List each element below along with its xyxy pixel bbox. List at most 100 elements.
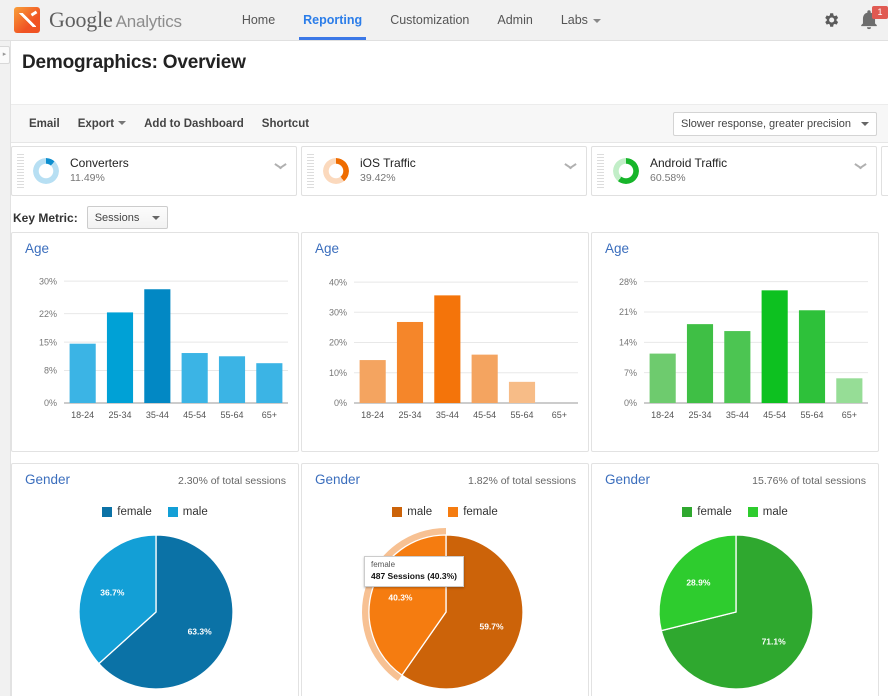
legend-item[interactable]: male: [167, 506, 208, 518]
legend-item[interactable]: male: [392, 506, 432, 518]
nav-item-label: Labs: [560, 13, 588, 27]
bar[interactable]: [106, 312, 134, 403]
y-axis-tick-label: 0%: [624, 398, 637, 408]
legend-label: male: [762, 506, 788, 518]
segment-text: Converters 11.49%: [70, 156, 129, 185]
notifications-button[interactable]: 1: [858, 6, 888, 31]
segment-value: 60.58%: [650, 172, 686, 185]
y-axis-tick-label: 7%: [624, 368, 637, 378]
bar[interactable]: [144, 289, 171, 403]
bar[interactable]: [471, 354, 498, 403]
bar[interactable]: [359, 360, 386, 403]
segment-card[interactable]: Converters 11.49%: [11, 146, 297, 196]
bar[interactable]: [798, 310, 826, 403]
tooltip-line-1: female: [371, 560, 396, 569]
gender-panel: Gender 15.76% of total sessions female male…: [591, 463, 879, 696]
chevron-down-icon[interactable]: [275, 163, 286, 170]
gender-panel: Gender 1.82% of total sessions male female 5…: [301, 463, 589, 696]
x-axis-category-label: 35-44: [726, 410, 749, 420]
sidebar-collapse-button[interactable]: ▸: [0, 46, 10, 64]
segment-card-partial[interactable]: [881, 146, 888, 196]
segment-donut-icon: [613, 158, 639, 184]
y-axis-tick-label: 30%: [329, 308, 347, 318]
bar[interactable]: [69, 343, 96, 403]
bar[interactable]: [218, 356, 246, 403]
legend-label: male: [407, 506, 433, 518]
x-axis-category-label: 18-24: [651, 410, 674, 420]
gender-panel: Gender 2.30% of total sessions female male 6…: [11, 463, 299, 696]
legend-swatch-icon: [102, 507, 113, 517]
nav-item-customization[interactable]: Customization: [376, 0, 483, 40]
chart-tooltip: female 487 Sessions (40.3%): [364, 556, 464, 588]
key-metric-select[interactable]: Sessions: [86, 206, 169, 229]
gender-pie-chart: 59.7% 40.3%: [302, 526, 588, 696]
bar[interactable]: [836, 378, 863, 403]
chevron-down-icon[interactable]: [565, 163, 576, 170]
chevron-down-icon: [592, 18, 601, 23]
legend-label: female: [697, 506, 732, 518]
shortcut-button[interactable]: Shortcut: [262, 118, 309, 130]
total-sessions-note: 2.30% of total sessions: [178, 475, 286, 487]
bar[interactable]: [761, 290, 788, 403]
add-to-dashboard-button[interactable]: Add to Dashboard: [144, 118, 244, 130]
nav-item-reporting[interactable]: Reporting: [289, 0, 376, 40]
drag-handle-icon[interactable]: [17, 154, 24, 188]
nav-item-label: Admin: [497, 13, 533, 27]
chevron-down-icon: [118, 121, 127, 126]
segment-donut-icon: [323, 158, 349, 184]
pie-legend: male female: [302, 506, 588, 518]
x-axis-category-label: 18-24: [71, 410, 94, 420]
drag-handle-icon[interactable]: [307, 154, 314, 188]
nav-item-label: Customization: [390, 13, 470, 27]
email-button[interactable]: Email: [29, 118, 60, 130]
legend-swatch-icon: [392, 507, 403, 517]
tooltip-line-2: 487 Sessions (40.3%): [371, 570, 457, 581]
precision-select[interactable]: Slower response, greater precision: [673, 111, 877, 136]
y-axis-tick-label: 21%: [619, 307, 637, 317]
drag-handle-icon[interactable]: [597, 154, 604, 188]
bar[interactable]: [434, 295, 461, 403]
segment-name: Android Traffic: [650, 156, 728, 171]
segment-text: Android Traffic 60.58%: [650, 156, 727, 185]
nav-item-label: Home: [241, 13, 276, 27]
nav-item-admin[interactable]: Admin: [483, 0, 546, 40]
bar[interactable]: [181, 353, 208, 403]
gender-pie-chart: 71.1% 28.9%: [592, 526, 878, 696]
bar[interactable]: [724, 331, 751, 403]
legend-label: female: [117, 506, 152, 518]
nav-item-labs[interactable]: Labs: [547, 0, 615, 40]
segment-card[interactable]: iOS Traffic 39.42%: [301, 146, 587, 196]
legend-item[interactable]: male: [747, 506, 788, 518]
legend-item[interactable]: female: [448, 506, 498, 518]
x-axis-category-label: 55-64: [220, 410, 243, 420]
age-bar-chart: 0% 7% 14% 21% 28% 18-24 25-34 35-44 45-54 55-64 65…: [592, 259, 878, 435]
age-panel: Age 0% 8% 15% 22% 30% 18-24 25-34 35-44 45-54 55-6…: [11, 232, 299, 452]
segment-card[interactable]: Android Traffic 60.58%: [591, 146, 877, 196]
segment-name: iOS Traffic: [360, 156, 416, 171]
legend-item[interactable]: female: [682, 506, 732, 518]
panel-title: Gender: [25, 472, 71, 487]
x-axis-category-label: 18-24: [361, 410, 384, 420]
chevron-down-icon: [861, 121, 869, 126]
x-axis-category-label: 45-54: [763, 410, 786, 420]
bar[interactable]: [256, 363, 283, 403]
brand-analytics: Analytics: [115, 12, 182, 31]
panel-title: Age: [25, 241, 50, 256]
legend-item[interactable]: female: [102, 506, 152, 518]
top-right-actions: 1: [822, 6, 888, 31]
bar[interactable]: [396, 321, 424, 403]
gear-icon[interactable]: [822, 11, 840, 29]
segment-name: Converters: [70, 156, 129, 171]
google-analytics-logo[interactable]: Google Analytics: [14, 7, 182, 33]
chevron-down-icon[interactable]: [855, 163, 866, 170]
bar[interactable]: [649, 353, 676, 403]
brand-text: Google Analytics: [49, 7, 182, 33]
export-label: Export: [77, 117, 115, 130]
y-axis-tick-label: 20%: [329, 338, 347, 348]
nav-item-home[interactable]: Home: [228, 0, 289, 40]
bar[interactable]: [686, 324, 714, 403]
segment-cards: Converters 11.49% iOS Traffic 39.42% Android…: [11, 146, 888, 198]
export-button[interactable]: Export: [77, 117, 127, 130]
total-sessions-note: 1.82% of total sessions: [468, 475, 576, 487]
bar[interactable]: [508, 381, 536, 403]
